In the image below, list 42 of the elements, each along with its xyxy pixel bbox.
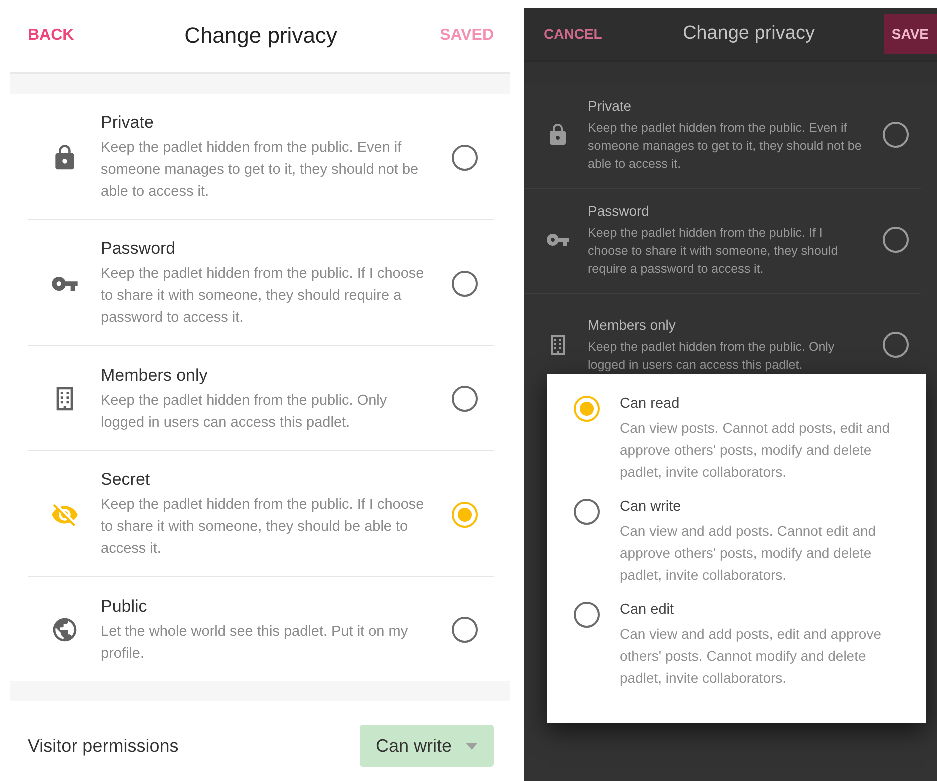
caret-icon bbox=[466, 742, 478, 750]
option-title: Private bbox=[588, 97, 633, 116]
radio-button[interactable] bbox=[452, 386, 478, 412]
visitor-permissions-label: Visitor permissions bbox=[28, 736, 179, 757]
radio-button[interactable] bbox=[574, 602, 600, 628]
option-title: Can write bbox=[620, 498, 682, 517]
option-title: Members only bbox=[588, 316, 677, 335]
option-title: Password bbox=[101, 238, 177, 260]
option-description: Keep the padlet hidden from the public. If I choose to share it with someone, they should require a password to access it. bbox=[588, 224, 840, 278]
permission-dropdown[interactable]: Can write bbox=[360, 725, 494, 768]
radio-button[interactable] bbox=[883, 122, 909, 148]
back-button[interactable]: BACK bbox=[28, 27, 98, 45]
radio-button[interactable] bbox=[574, 396, 600, 422]
radio-button[interactable] bbox=[452, 270, 478, 297]
radio-button[interactable] bbox=[883, 227, 909, 253]
radio-button[interactable] bbox=[452, 502, 478, 528]
option-title: Secret bbox=[101, 469, 152, 492]
radio-button[interactable] bbox=[574, 499, 600, 525]
screen-title: Change privacy bbox=[184, 23, 338, 49]
option-title: Private bbox=[101, 112, 155, 134]
cancel-button[interactable]: CANCEL bbox=[544, 26, 614, 42]
option-title: Can read bbox=[620, 395, 681, 414]
option-description: Can view and add posts, edit and approve others' posts. Cannot modify and delete padlet, invite collaborators. bbox=[620, 625, 883, 688]
save-button[interactable]: SAVE bbox=[884, 14, 937, 54]
option-description: Keep the padlet hidden from the public. If I choose to share it with someone, they should require a password to access it. bbox=[101, 265, 426, 328]
radio-button[interactable] bbox=[452, 144, 478, 171]
option-description: Keep the padlet hidden from the public. Even if someone manages to get to it, they should not be able to access it. bbox=[588, 120, 863, 173]
option-title: Password bbox=[588, 202, 650, 221]
option-title: Can edit bbox=[620, 601, 676, 620]
option-description: Can view posts. Cannot add posts, edit and approve others' posts, modify and delete padlet, invite collaborators. bbox=[620, 419, 892, 482]
radio-button[interactable] bbox=[883, 332, 909, 358]
option-description: Let the whole world see this padlet. Put it on my profile. bbox=[101, 622, 410, 664]
screen-title: Change privacy bbox=[682, 23, 815, 45]
option-description: Keep the padlet hidden from the public. Only logged in users can access this padlet. bbox=[588, 338, 836, 374]
option-title: Public bbox=[101, 596, 148, 618]
option-description: Keep the padlet hidden from the public. Only logged in users can access this padlet. bbox=[101, 392, 388, 433]
globe-icon bbox=[50, 616, 78, 644]
radio-button[interactable] bbox=[452, 617, 478, 644]
option-description: Keep the padlet hidden from the public. If I choose to share it with someone, they should be able to access it. bbox=[101, 496, 426, 560]
option-title: Members only bbox=[101, 364, 209, 387]
option-description: Can view and add posts. Cannot edit and approve others' posts, modify and delete padlet, invite collaborators. bbox=[620, 522, 878, 585]
option-description: Keep the padlet hidden from the public. Even if someone manages to get to it, they should not be able to access it. bbox=[101, 139, 420, 202]
